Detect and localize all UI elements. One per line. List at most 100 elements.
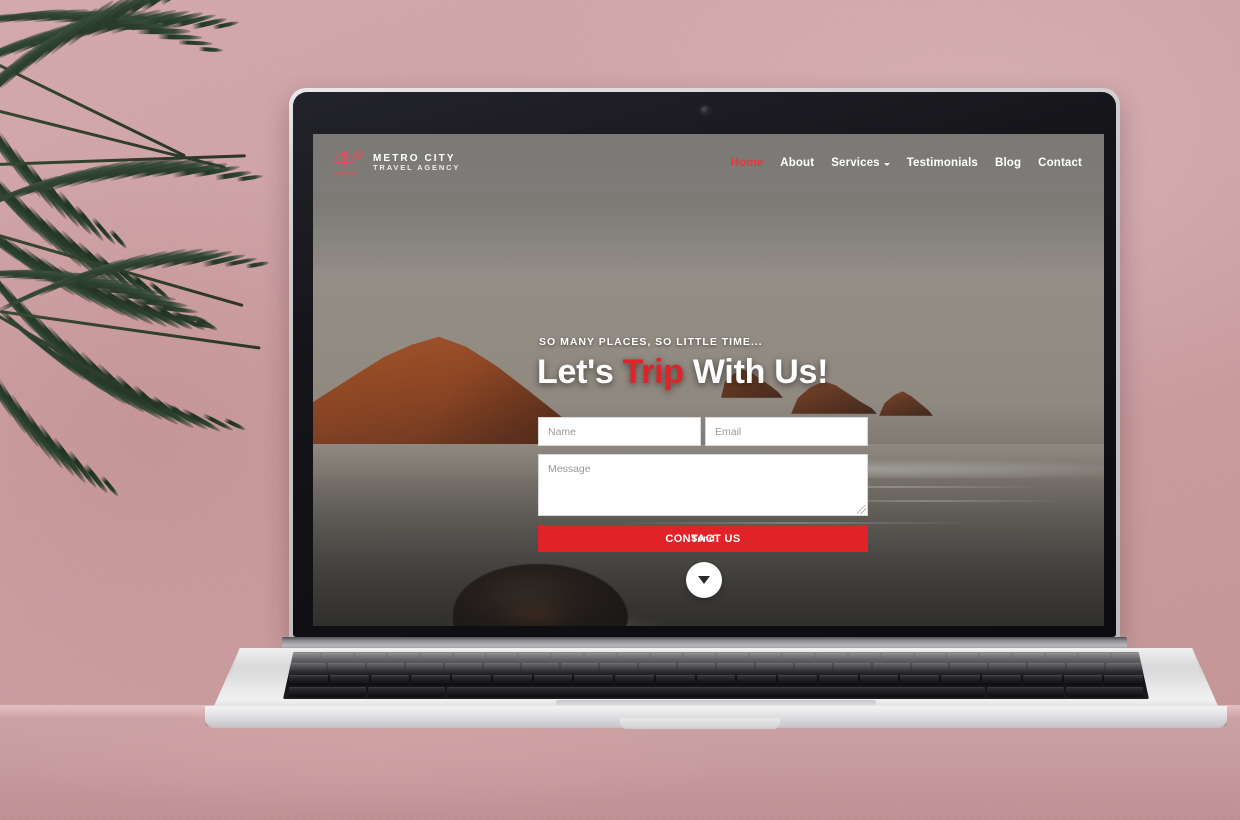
keyboard-key <box>1067 663 1105 673</box>
keyboard-key <box>872 663 910 673</box>
keyboard-key <box>639 663 677 673</box>
keyboard-key <box>987 687 1065 697</box>
keyboard-key <box>749 653 781 661</box>
keyboard-key <box>411 675 451 685</box>
keyboard-key <box>444 663 482 673</box>
keyboard-key <box>848 653 880 661</box>
keyboard-key <box>618 653 650 661</box>
keyboard-key <box>615 675 654 685</box>
keyboard-key <box>941 675 981 685</box>
keyboard-key <box>1028 663 1066 673</box>
keyboard-key <box>950 663 988 673</box>
keyboard-key <box>1013 653 1045 661</box>
keyboard-key <box>716 663 754 673</box>
keyboard-key <box>289 687 366 697</box>
headline-accent: Trip <box>622 353 684 391</box>
keyboard-key <box>600 663 638 673</box>
keyboard-key <box>289 663 326 673</box>
laptop-keyboard <box>283 652 1149 699</box>
chevron-down-icon <box>698 576 710 584</box>
keyboard-key <box>289 675 328 685</box>
keyboard-key <box>522 663 560 673</box>
keyboard-key <box>859 675 899 685</box>
keyboard-key <box>947 653 979 661</box>
submit-label-send: Send <box>690 533 716 544</box>
keyboard-key <box>818 675 858 685</box>
keyboard-key <box>486 653 518 661</box>
keyboard-key <box>327 663 365 673</box>
keyboard-key <box>716 653 748 661</box>
hero-headline: Let's Trip With Us! <box>537 353 828 392</box>
keyboard-key <box>519 653 551 661</box>
keyboard-key <box>354 653 386 661</box>
laptop-front-notch <box>620 718 780 729</box>
screen-bezel: METRO CITY TRAVEL AGENCY Home About Servic… <box>293 92 1116 637</box>
keyboard-key <box>1022 675 1062 685</box>
keyboard-key <box>289 653 320 661</box>
laptop-device: METRO CITY TRAVEL AGENCY Home About Servic… <box>0 0 1240 820</box>
laptop-hinge <box>282 637 1127 649</box>
keyboard-key <box>1063 675 1103 685</box>
contact-form-row: Name Email <box>538 417 868 446</box>
keyboard-key <box>405 663 443 673</box>
textarea-resize-handle[interactable] <box>857 505 866 514</box>
keyboard-key <box>982 675 1021 685</box>
keyboard-key <box>911 663 949 673</box>
keyboard-key <box>552 653 584 661</box>
keyboard-key <box>420 653 452 661</box>
keyboard-key <box>321 653 353 661</box>
keyboard-key <box>815 653 847 661</box>
keyboard-key <box>387 653 419 661</box>
submit-button[interactable]: CONTACT US Send <box>538 525 868 552</box>
keyboard-key <box>684 653 715 661</box>
headline-part-1: Let's <box>537 353 623 391</box>
keyboard-key <box>452 675 491 685</box>
keyboard-key <box>900 675 940 685</box>
keyboard-key <box>1079 653 1111 661</box>
keyboard-key <box>574 675 614 685</box>
keyboard-key <box>696 675 736 685</box>
keyboard-key <box>651 653 683 661</box>
keyboard-key <box>1112 653 1143 661</box>
keyboard-key <box>585 653 617 661</box>
keyboard-key <box>678 663 715 673</box>
keyboard-key <box>561 663 599 673</box>
keyboard-key <box>989 663 1027 673</box>
keyboard-key <box>1106 663 1143 673</box>
keyboard-key <box>833 663 871 673</box>
keyboard-key <box>370 675 410 685</box>
keyboard-key <box>914 653 946 661</box>
keyboard-key <box>329 675 369 685</box>
keyboard-row <box>283 687 1149 697</box>
keyboard-key <box>782 653 814 661</box>
headline-part-2: With Us! <box>683 353 829 391</box>
keyboard-key <box>366 663 404 673</box>
keyboard-key <box>483 663 521 673</box>
keyboard-key <box>737 675 777 685</box>
message-placeholder: Message <box>548 463 591 475</box>
submit-label-stack: CONTACT US Send <box>538 525 868 552</box>
keyboard-key <box>1104 675 1144 685</box>
laptop-trackpad <box>556 700 876 705</box>
hero-kicker: SO MANY PLACES, SO LITTLE TIME... <box>539 336 763 348</box>
message-textarea[interactable]: Message <box>538 454 868 516</box>
keyboard-key <box>980 653 1012 661</box>
name-input[interactable]: Name <box>538 417 701 446</box>
keyboard-row <box>283 675 1149 685</box>
keyboard-key <box>533 675 573 685</box>
webcam-icon <box>700 106 709 115</box>
keyboard-key <box>453 653 485 661</box>
keyboard-key <box>655 675 695 685</box>
keyboard-key <box>492 675 532 685</box>
keyboard-key <box>881 653 913 661</box>
email-input[interactable]: Email <box>705 417 868 446</box>
laptop-screen: METRO CITY TRAVEL AGENCY Home About Servic… <box>313 134 1104 626</box>
keyboard-key <box>1046 653 1078 661</box>
keyboard-key <box>446 687 986 697</box>
keyboard-key <box>755 663 793 673</box>
scroll-down-button[interactable] <box>686 562 722 598</box>
keyboard-key <box>367 687 445 697</box>
keyboard-row <box>283 653 1149 661</box>
keyboard-row <box>283 663 1149 673</box>
keyboard-key <box>1066 687 1143 697</box>
